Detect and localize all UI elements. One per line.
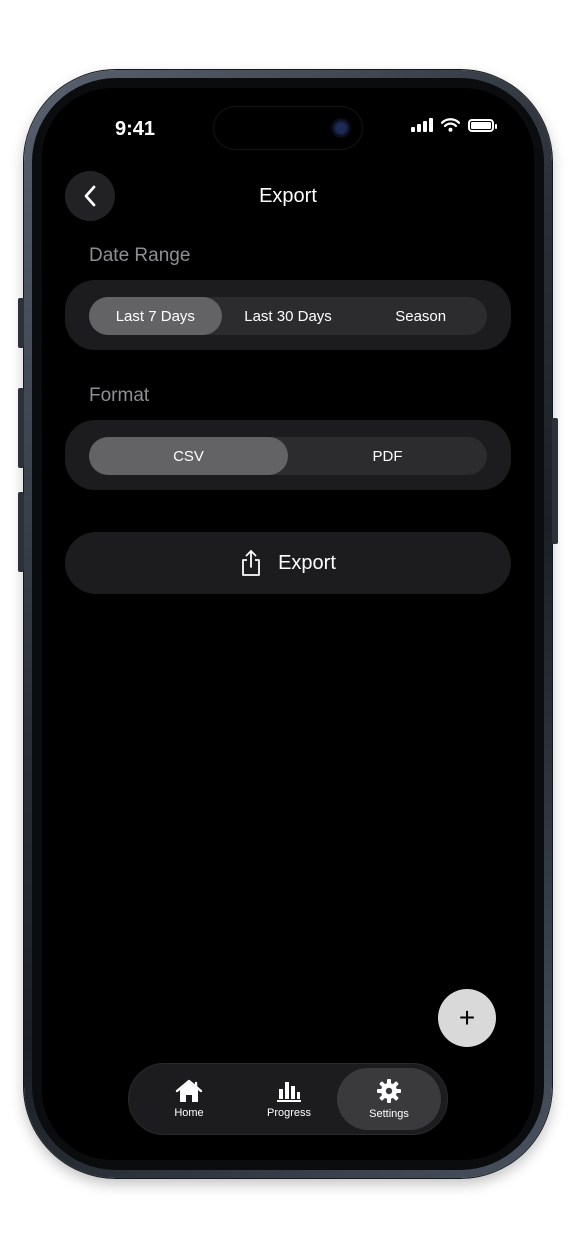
segment-last-30-days[interactable]: Last 30 Days [222,297,355,335]
wifi-icon [441,118,460,132]
tab-settings-label: Settings [369,1108,409,1120]
segment-pdf[interactable]: PDF [288,437,487,475]
date-range-selector: Last 7 Days Last 30 Days Season [89,297,487,335]
export-button-label: Export [278,551,336,574]
action-button [18,298,24,348]
volume-up-button [18,388,24,468]
tab-progress[interactable]: Progress [237,1068,341,1130]
segment-csv[interactable]: CSV [89,437,288,475]
battery-icon [468,118,497,132]
page-title: Export [259,185,317,207]
segment-last-7-days[interactable]: Last 7 Days [89,297,222,335]
screen: 9:41 Export Date Range Last 7 Days Last … [42,88,534,1160]
tab-settings[interactable]: Settings [337,1068,441,1130]
dynamic-island [213,106,363,150]
volume-down-button [18,492,24,572]
bar-chart-icon [277,1082,301,1102]
format-selector: CSV PDF [89,437,487,475]
gear-icon [377,1079,401,1103]
tab-home[interactable]: Home [137,1068,241,1130]
status-time: 9:41 [115,118,156,140]
camera-icon [331,118,351,138]
format-label: Format [89,385,150,406]
date-range-label: Date Range [89,245,191,266]
format-card: CSV PDF [65,420,511,490]
export-button[interactable]: Export [65,532,511,594]
cellular-signal-icon [411,118,433,132]
tab-bar: Home Progress Settings [128,1063,448,1135]
tab-home-label: Home [174,1107,204,1119]
date-range-card: Last 7 Days Last 30 Days Season [65,280,511,350]
segment-season[interactable]: Season [354,297,487,335]
power-button [552,418,558,544]
add-button[interactable]: + [438,989,496,1047]
tab-progress-label: Progress [266,1107,312,1119]
plus-icon: + [458,1002,476,1033]
share-icon [242,550,260,576]
house-icon [175,1079,203,1102]
status-icons [411,118,497,132]
